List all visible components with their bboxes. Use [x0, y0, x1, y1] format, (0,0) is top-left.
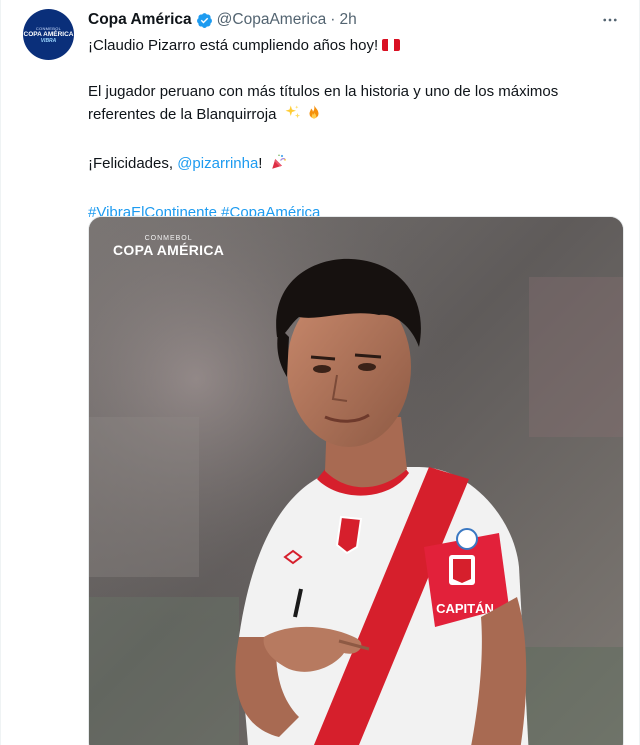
account-handle[interactable]: @CopaAmerica: [217, 11, 327, 29]
tweet-line-2-text: El jugador peruano con más títulos en la…: [88, 83, 559, 100]
player-photo: CAPITÁN: [89, 217, 623, 745]
tweet-line-4: ¡Felicidades, @pizarrinha!: [88, 152, 618, 178]
verified-badge-icon: [196, 12, 213, 29]
tweet-line-2: El jugador peruano con más títulos en la…: [88, 80, 618, 129]
avatar-text-main: COPA AMÉRICA: [23, 30, 74, 38]
copa-america-watermark: CONMEBOL COPA AMÉRICA: [113, 235, 224, 258]
watermark-top: CONMEBOL: [144, 235, 193, 242]
avatar[interactable]: CONMEBOL COPA AMÉRICA VIBRA: [23, 9, 74, 60]
party-popper-emoji: [270, 153, 288, 178]
peru-flag-emoji: [382, 39, 401, 51]
tweet-text: ¡Claudio Pizarro está cumpliendo años ho…: [88, 34, 618, 224]
tweet-line-1-text: ¡Claudio Pizarro está cumpliendo años ho…: [88, 37, 379, 54]
tweet-line-1: ¡Claudio Pizarro está cumpliendo años ho…: [88, 34, 618, 57]
tweet-card[interactable]: CONMEBOL COPA AMÉRICA VIBRA Copa América…: [0, 0, 640, 745]
avatar-text-sub: VIBRA: [40, 37, 57, 44]
timestamp[interactable]: 2h: [339, 11, 356, 29]
tweet-line-4-prefix: ¡Felicidades,: [88, 155, 178, 172]
sparkles-emoji: [284, 104, 302, 129]
mention-link[interactable]: @pizarrinha: [177, 155, 258, 172]
tweet-line-3-text: referentes de la Blanquirroja: [88, 106, 277, 123]
fire-emoji: [305, 104, 323, 129]
tweet-header: Copa América @CopaAmerica · 2h: [88, 9, 357, 31]
armband-text: CAPITÁN: [436, 601, 494, 616]
display-name[interactable]: Copa América: [88, 11, 192, 29]
separator-dot: ·: [330, 11, 336, 28]
more-options-icon[interactable]: [599, 10, 621, 30]
tweet-line-4-suffix: !: [258, 155, 263, 172]
watermark-main: COPA AMÉRICA: [113, 242, 225, 258]
tweet-image[interactable]: CAPITÁN CONMEBOL COPA AMÉRICA: [88, 216, 624, 745]
